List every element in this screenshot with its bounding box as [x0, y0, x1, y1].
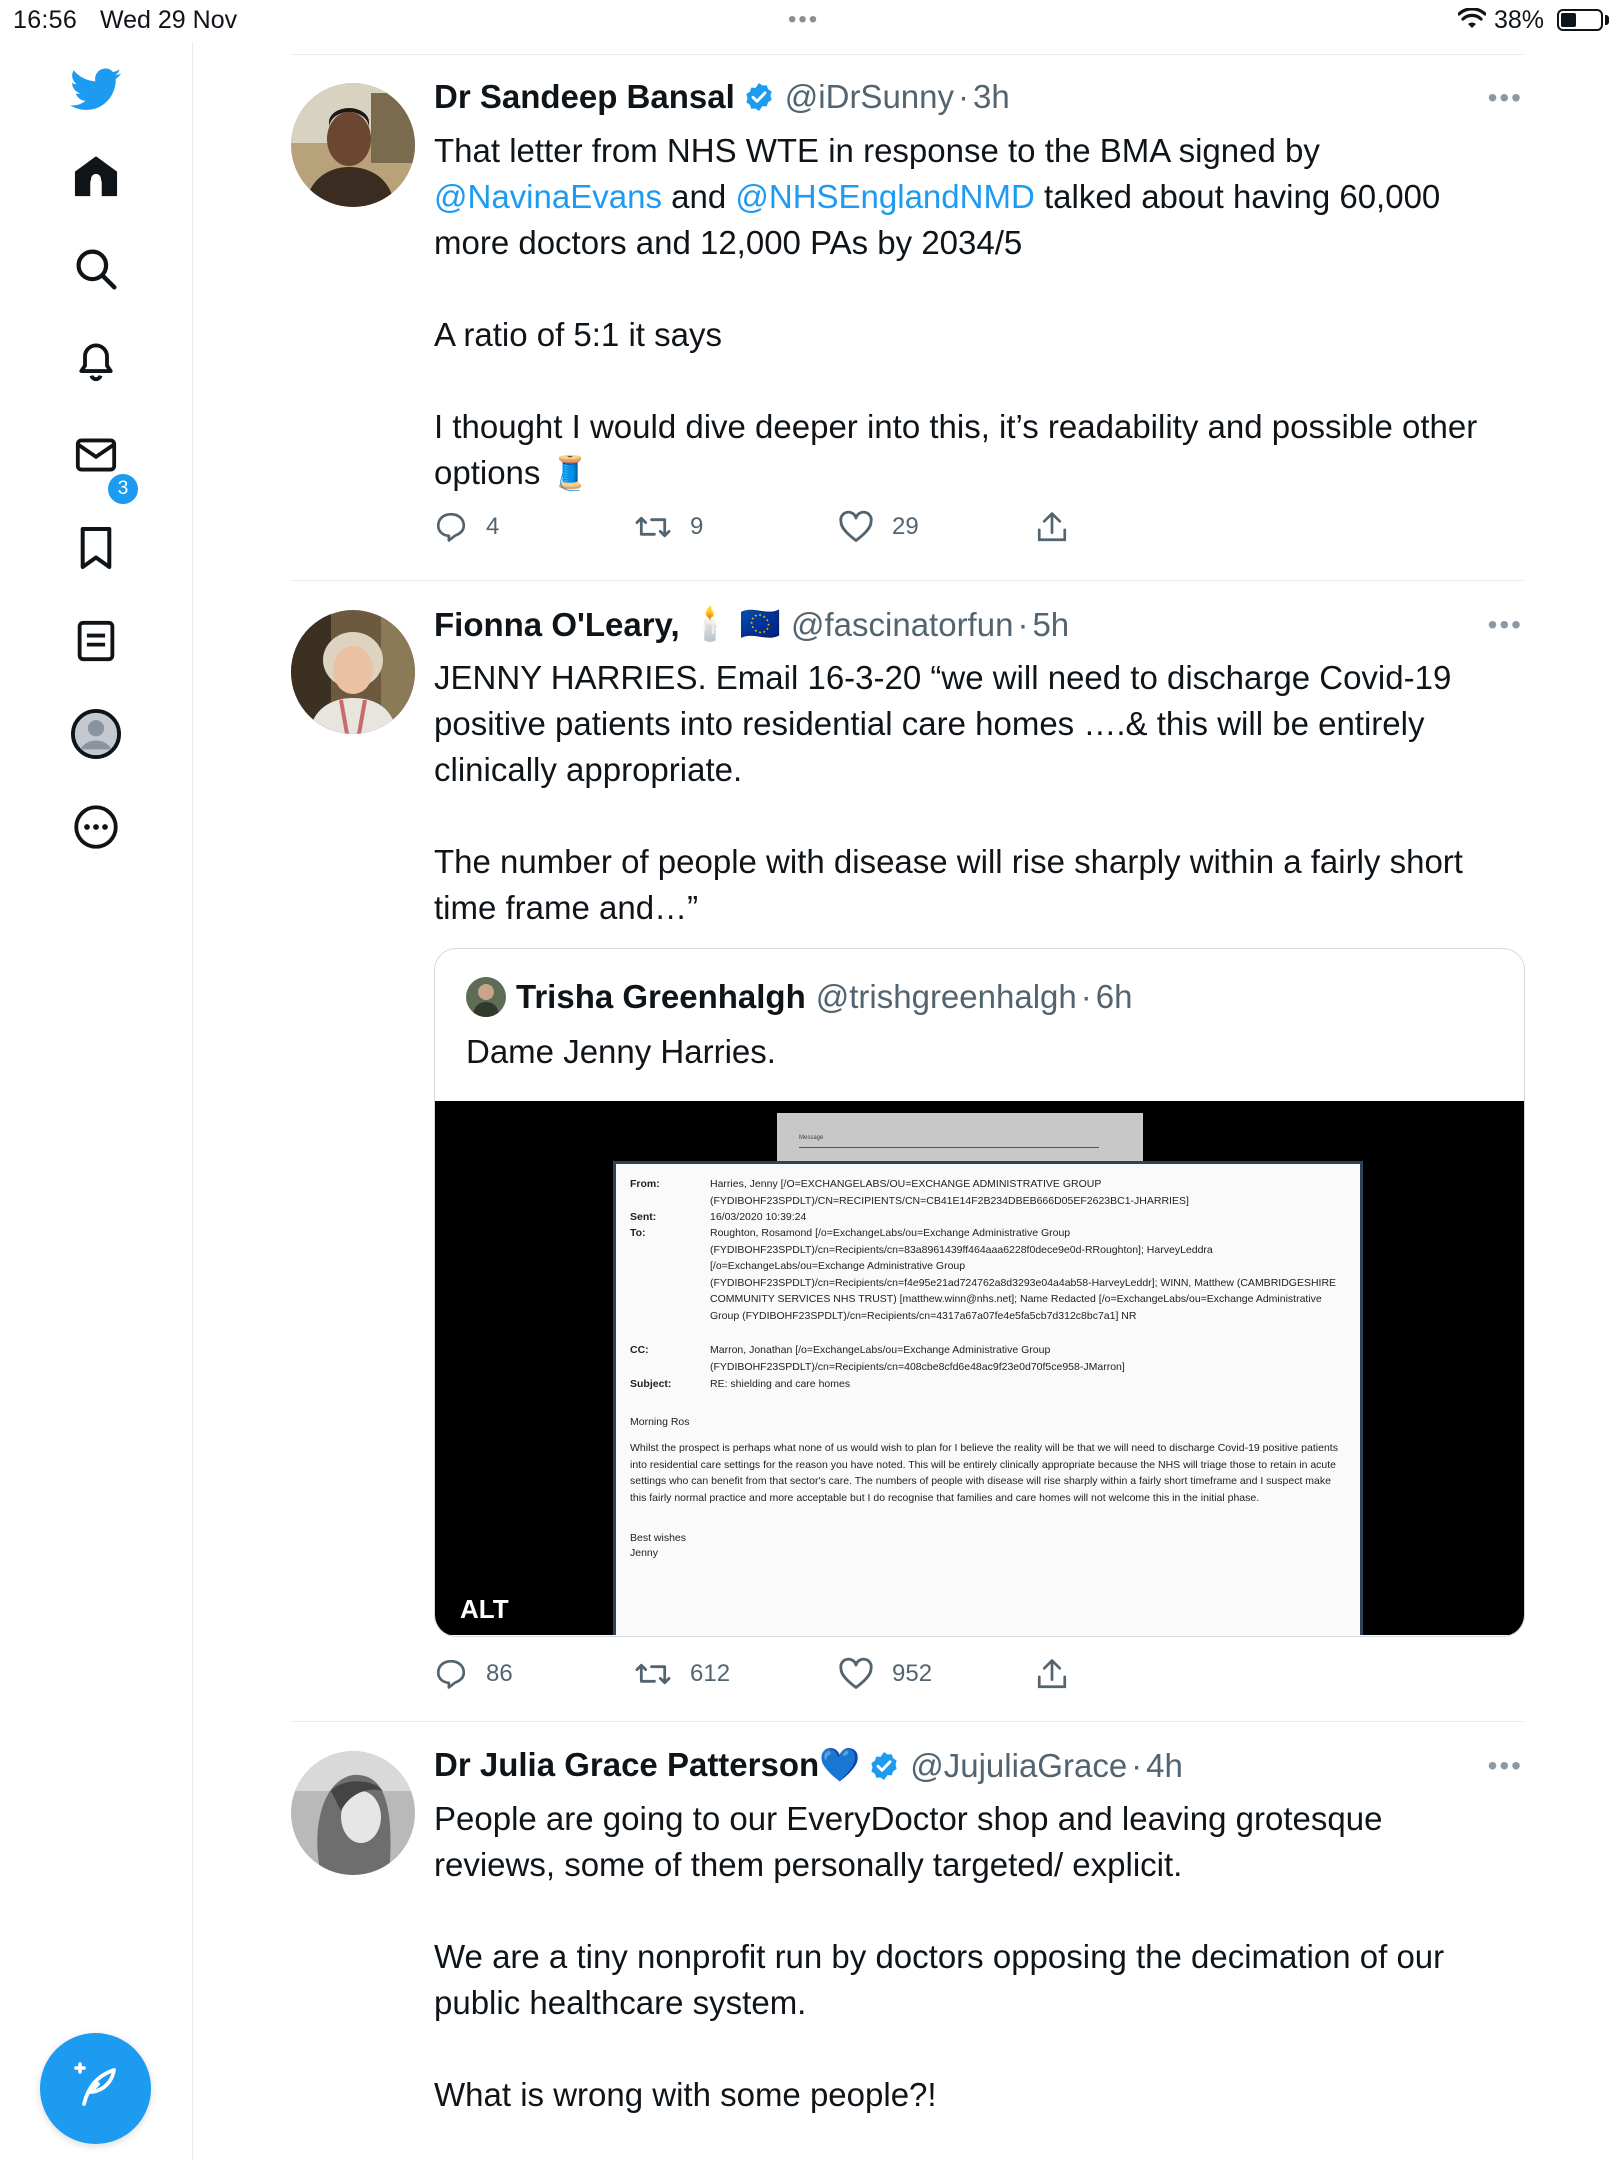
share-icon [1037, 512, 1067, 542]
more-options-icon[interactable]: ••• [1488, 82, 1523, 114]
avatar[interactable] [291, 1751, 415, 1875]
tweet-text: That letter from NHS WTE in response to … [434, 132, 1478, 491]
verified-badge-icon [868, 1750, 900, 1782]
author-handle[interactable]: @iDrSunny [785, 78, 954, 116]
quoted-tweet-header: Trisha Greenhalgh @trishgreenhalgh · 6h [466, 977, 1132, 1017]
bell-icon[interactable] [68, 333, 124, 389]
email-document: From: Harries, Jenny [/O=EXCHANGELABS/OU=… [613, 1161, 1363, 1635]
tweet-text: People are going to our EveryDoctor shop… [434, 1800, 1445, 2113]
like-button[interactable]: 29 [838, 510, 919, 544]
multitasking-dots[interactable]: ••• [788, 6, 819, 34]
bookmark-icon[interactable] [68, 520, 124, 576]
battery-percent: 38% [1494, 6, 1545, 34]
retweet-button[interactable]: 9 [634, 510, 703, 544]
quoted-tweet[interactable]: Trisha Greenhalgh @trishgreenhalgh · 6h … [434, 948, 1525, 1637]
author-handle[interactable]: @JujuliaGrace [910, 1747, 1127, 1785]
tweet-divider [291, 580, 1523, 581]
search-icon[interactable] [68, 241, 124, 297]
more-options-icon[interactable]: ••• [1488, 1750, 1523, 1782]
retweet-icon [635, 516, 671, 538]
like-count: 29 [892, 513, 919, 540]
author-handle[interactable]: @fascinatorfun [791, 606, 1013, 644]
feed-top-divider [291, 54, 1523, 55]
wifi-icon [1457, 7, 1487, 35]
email-subject: RE: shielding and care homes [710, 1378, 851, 1390]
author-name[interactable]: Dr Julia Grace Patterson💙 [434, 1746, 860, 1785]
tweet-header: Dr Julia Grace Patterson💙 @JujuliaGrace … [434, 1746, 1183, 1785]
name-emoji-flags: 🕯️ 🇪🇺 [689, 605, 781, 642]
separator: · [958, 78, 970, 115]
status-time: 16:56 [13, 6, 78, 34]
heart-icon [839, 1657, 873, 1689]
tweet-actions: 4 9 29 [434, 510, 1114, 550]
email-sent: 16/03/2020 10:39:24 [710, 1211, 807, 1223]
sidebar: 3 [0, 42, 193, 2160]
email-to: Roughton, Rosamond [/o=ExchangeLabs/ou=E… [710, 1227, 1337, 1322]
reply-icon [436, 512, 466, 542]
email-from: Harries, Jenny [/O=EXCHANGELABS/OU=EXCHA… [710, 1178, 1189, 1207]
twitter-bird-icon[interactable] [68, 62, 124, 118]
quoted-tweet-image[interactable]: Message From: Harries, Jenny [/O=EXCHANGE… [435, 1101, 1524, 1635]
email-body: Whilst the prospect is perhaps what none… [630, 1442, 1338, 1504]
tweet-text: JENNY HARRIES. Email 16-3-20 “we will ne… [434, 659, 1463, 926]
email-greeting: Morning Ros [630, 1416, 690, 1428]
home-icon[interactable] [68, 148, 124, 204]
tweet-divider [291, 1721, 1523, 1722]
status-bar: 16:56 Wed 29 Nov ••• 38% [0, 0, 1620, 42]
retweet-icon [635, 1663, 671, 1685]
tweet-time[interactable]: 3h [973, 78, 1010, 116]
quoted-tweet-text: Dame Jenny Harries. [466, 1033, 776, 1070]
mention-link[interactable]: @NavinaEvans [434, 178, 662, 215]
author-name[interactable]: Dr Sandeep Bansal [434, 78, 735, 116]
list-icon[interactable] [68, 613, 124, 669]
like-button[interactable]: 952 [838, 1657, 932, 1691]
quoted-author-name[interactable]: Trisha Greenhalgh [516, 978, 806, 1016]
retweet-button[interactable]: 612 [634, 1657, 730, 1691]
mail-icon[interactable] [68, 427, 124, 483]
separator: · [1017, 605, 1029, 643]
author-name[interactable]: Fionna O'Leary, [434, 606, 680, 644]
mention-link[interactable]: @NHSEnglandNMD [735, 178, 1034, 215]
share-icon [1037, 1659, 1067, 1689]
avatar[interactable] [291, 610, 415, 734]
compose-feather-icon [72, 2062, 120, 2115]
share-button[interactable] [1036, 510, 1086, 544]
share-button[interactable] [1036, 1657, 1086, 1691]
status-date: Wed 29 Nov [100, 6, 238, 34]
tweet-time[interactable]: 5h [1032, 606, 1069, 644]
tweet-actions: 86 612 952 [434, 1657, 1114, 1697]
alt-text-badge[interactable]: ALT [460, 1594, 509, 1625]
compose-button[interactable] [40, 2033, 151, 2144]
profile-icon[interactable] [68, 706, 124, 762]
reply-icon [436, 1659, 466, 1689]
reply-count: 4 [486, 513, 500, 540]
heart-icon [839, 510, 873, 542]
reply-count: 86 [486, 1660, 513, 1687]
reply-button[interactable]: 86 [434, 1657, 513, 1691]
more-icon[interactable] [68, 799, 124, 855]
quoted-author-handle[interactable]: @trishgreenhalgh [816, 978, 1077, 1016]
email-window-back: Message [777, 1113, 1143, 1165]
retweet-count: 612 [690, 1660, 731, 1687]
battery-icon [1557, 9, 1603, 31]
retweet-count: 9 [690, 513, 704, 540]
verified-badge-icon [743, 81, 775, 113]
like-count: 952 [892, 1660, 933, 1687]
quoted-avatar[interactable] [466, 977, 506, 1017]
quoted-tweet-time[interactable]: 6h [1096, 978, 1133, 1016]
tweet-header: Dr Sandeep Bansal @iDrSunny · 3h [434, 78, 1010, 116]
email-signature: Jenny [630, 1547, 659, 1559]
separator: · [1131, 1746, 1143, 1784]
avatar[interactable] [291, 83, 415, 207]
separator: · [1080, 978, 1092, 1015]
email-cc: Marron, Jonathan [/o=ExchangeLabs/ou=Exc… [710, 1344, 1125, 1373]
tweet-time[interactable]: 4h [1146, 1747, 1183, 1785]
tweet-header: Fionna O'Leary, 🕯️ 🇪🇺 @fascinatorfun · 5… [434, 605, 1069, 644]
reply-button[interactable]: 4 [434, 510, 499, 544]
more-options-icon[interactable]: ••• [1488, 609, 1523, 641]
